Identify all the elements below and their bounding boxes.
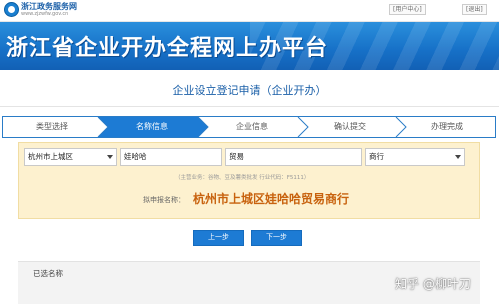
next-step-button[interactable]: 下一步 [251,230,302,246]
chevron-down-icon [107,155,113,159]
trade-name-value: 娃哈哈 [124,152,147,161]
logout-link[interactable]: [退出] [462,4,487,15]
watermark: 知乎 @柳叶刀 [395,277,471,291]
step-name-info: 名称信息 [136,122,168,131]
banner-title: 浙江省企业开办全程网上办平台 [6,36,329,61]
selected-names-title: 已选名称 [33,269,63,278]
region-select[interactable]: 杭州市上城区 [24,148,117,166]
industry-input[interactable]: 贸易 [225,148,362,166]
chevron-down-icon [455,155,461,159]
progress-steps: 类型选择 名称信息 企业信息 确认提交 办理完成 [2,116,496,138]
trade-name-input[interactable]: 娃哈哈 [120,148,222,166]
step-confirm-submit: 确认提交 [334,122,366,131]
site-logo-icon[interactable] [4,2,19,17]
region-value: 杭州市上城区 [28,152,73,161]
user-center-link[interactable]: [用户中心] [389,4,426,15]
proposed-name-label: 拟申报名称： [143,196,185,204]
org-form-select[interactable]: 商行 [365,148,465,166]
business-hint: （主营业务：谷物、豆及薯类批发 行业代码：F5111） [175,175,310,181]
industry-value: 贸易 [229,152,244,161]
platform-banner: 浙江省企业开办全程网上办平台 [0,22,499,70]
step-company-info: 企业信息 [236,122,268,131]
site-url: www.zjzwfw.gov.cn [21,11,69,17]
org-form-value: 商行 [369,152,384,161]
top-bar: 浙江政务服务网 www.zjzwfw.gov.cn [用户中心] [退出] [0,0,499,22]
page-title: 企业设立登记申请（企业开办） [172,84,327,97]
prev-step-button[interactable]: 上一步 [193,230,244,246]
step-complete: 办理完成 [431,122,463,131]
step-type-select: 类型选择 [36,122,68,131]
divider [0,106,499,107]
proposed-name-value: 杭州市上城区娃哈哈贸易商行 [193,192,350,206]
